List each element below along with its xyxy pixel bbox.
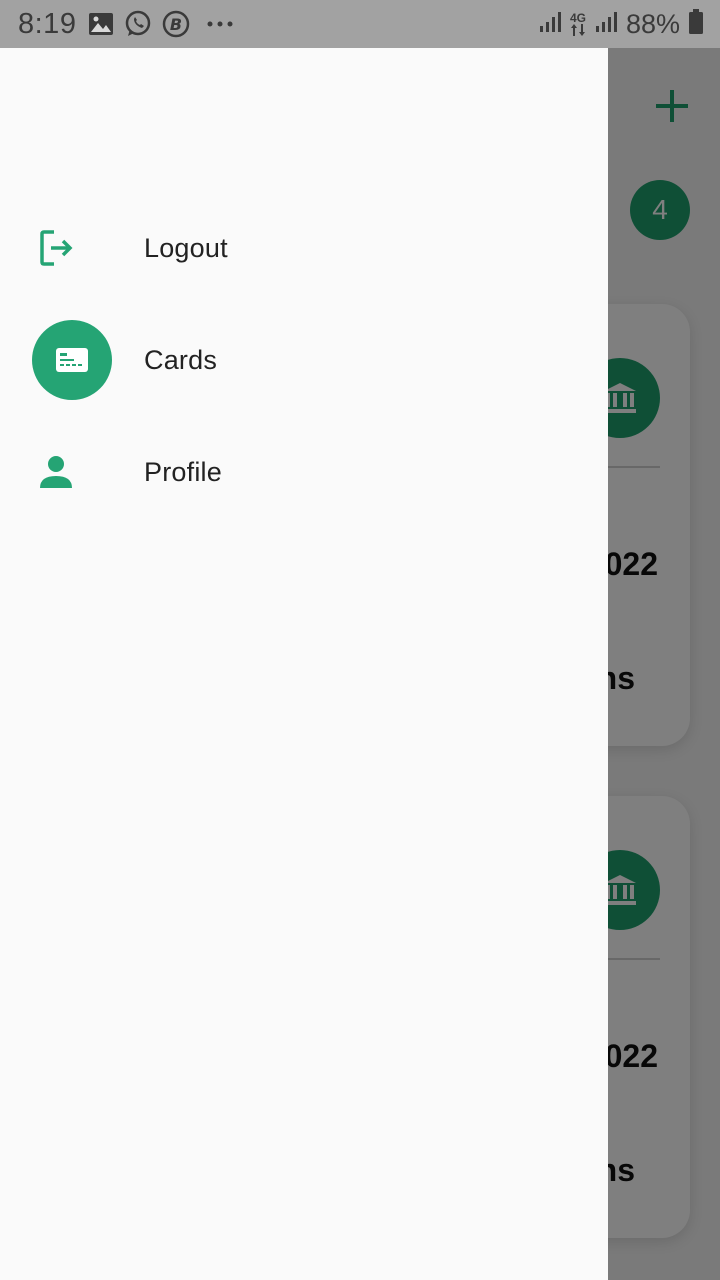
menu-item-cards[interactable]: Cards xyxy=(0,320,608,400)
status-bar: 8:19 B 4G 88% xyxy=(0,0,720,48)
logout-icon xyxy=(16,208,96,288)
battery-icon xyxy=(688,8,704,40)
more-dots-icon xyxy=(206,20,234,28)
signal-icon xyxy=(538,10,562,39)
image-icon xyxy=(88,12,114,36)
menu-item-label: Cards xyxy=(144,344,218,375)
status-time: 8:19 xyxy=(18,7,77,40)
menu-item-profile[interactable]: Profile xyxy=(0,432,608,512)
person-icon xyxy=(16,432,96,512)
signal-icon-secondary xyxy=(594,10,618,39)
navigation-drawer: Logout Cards Profile xyxy=(0,48,608,1280)
menu-item-label: Profile xyxy=(144,456,222,487)
svg-text:B: B xyxy=(170,15,182,34)
battery-percent: 88% xyxy=(625,8,680,39)
network-label: 4G xyxy=(569,11,586,25)
network-type-icon: 4G xyxy=(570,12,586,36)
menu-item-logout[interactable]: Logout xyxy=(0,208,608,288)
b-circle-icon: B xyxy=(162,10,190,38)
whatsapp-icon xyxy=(124,10,152,38)
card-icon xyxy=(32,320,112,400)
menu-item-label: Logout xyxy=(144,232,228,263)
